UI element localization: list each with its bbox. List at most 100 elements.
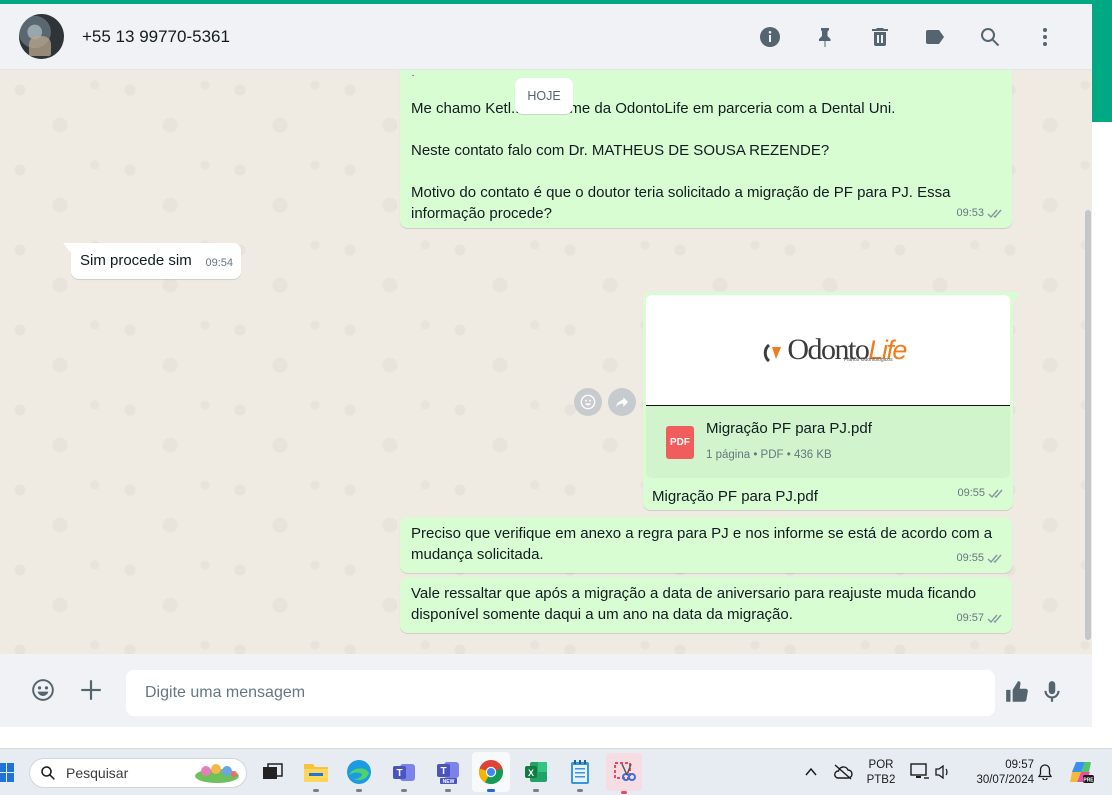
plus-icon — [81, 680, 101, 700]
thumbs-up-icon — [1006, 681, 1028, 702]
contact-info-button[interactable] — [742, 17, 797, 57]
svg-text:NEW: NEW — [443, 779, 455, 785]
contact-avatar[interactable] — [19, 14, 64, 59]
date-divider: HOJE — [515, 78, 573, 114]
start-button[interactable] — [0, 763, 14, 783]
message-meta: 09:55 — [957, 483, 1005, 504]
pdf-file-icon: PDF — [666, 425, 694, 459]
document-preview[interactable]: OdontoLife Planos Odontológicos — [646, 295, 1010, 406]
taskbar-app-snipping-tool[interactable] — [606, 753, 642, 794]
message-bubble-incoming[interactable]: Sim procede sim 09:54 — [63, 243, 241, 279]
volume-icon[interactable] — [934, 764, 952, 780]
edge-icon — [347, 760, 371, 784]
document-name: Migração PF para PJ.pdf — [706, 420, 872, 437]
clock-date: 30/07/2024 — [976, 774, 1034, 786]
chrome-icon — [479, 760, 503, 784]
input-language[interactable]: POR PTB2 — [864, 758, 898, 788]
label-chat-button[interactable] — [907, 17, 962, 57]
taskbar-app-excel[interactable]: X — [521, 757, 551, 792]
message-meta: 09:54 — [205, 253, 233, 274]
message-time: 09:55 — [957, 487, 985, 499]
odontolife-logo: OdontoLife Planos Odontológicos — [763, 335, 907, 365]
cloud-offline-icon[interactable] — [833, 763, 853, 781]
notification-bell-icon[interactable] — [1038, 764, 1052, 780]
svg-text:T: T — [440, 766, 446, 777]
message-meta: 09:57 — [956, 608, 1004, 629]
logo-subtitle: Planos Odontológicos — [843, 357, 893, 363]
forward-icon — [616, 397, 628, 408]
copilot-icon[interactable]: PRE — [1068, 759, 1094, 785]
teams-new-icon: T NEW — [437, 762, 459, 785]
double-check-icon — [987, 614, 1002, 624]
document-attachment[interactable]: PDF Migração PF para PJ.pdf 1 página • P… — [646, 406, 1010, 478]
taskbar-app-teams-new[interactable]: T NEW — [433, 757, 463, 792]
chat-scrollbar[interactable] — [1084, 70, 1092, 654]
message-input[interactable] — [126, 670, 995, 716]
search-highlight-icon — [195, 764, 239, 783]
contact-name[interactable]: +55 13 99770-5361 — [82, 27, 230, 47]
message-bubble-document[interactable]: OdontoLife Planos Odontológicos PDF Migr… — [643, 292, 1021, 510]
svg-text:T: T — [396, 768, 402, 779]
message-time: 09:54 — [205, 257, 233, 269]
menu-icon — [1042, 27, 1047, 46]
chat-menu-button[interactable] — [1017, 17, 1072, 57]
folder-icon — [304, 764, 328, 782]
taskbar-app-teams[interactable]: T — [389, 757, 419, 792]
message-text: Motivo do contato é que o doutor teria s… — [411, 184, 951, 222]
label-icon — [925, 29, 944, 44]
svg-text:X: X — [528, 768, 534, 778]
message-text: Neste contato falo com Dr. MATHEUS DE SO… — [411, 142, 830, 159]
document-meta: 1 página • PDF • 436 KB — [706, 449, 832, 461]
composer-bar — [0, 654, 1092, 727]
chat-scrollbar-thumb[interactable] — [1085, 210, 1091, 640]
search-icon — [41, 766, 55, 780]
thumbs-up-button[interactable] — [997, 672, 1037, 712]
input-language-top: POR — [868, 759, 894, 771]
message-bubble-outgoing[interactable]: , Me chamo Ketl... em nome da OdontoLife… — [400, 70, 1012, 228]
attach-button[interactable] — [71, 670, 111, 710]
taskbar-app-edge[interactable] — [344, 757, 374, 792]
clock-time: 09:57 — [1005, 759, 1034, 771]
excel-icon: X — [525, 762, 547, 782]
delete-icon — [871, 27, 888, 46]
message-text: Me chamo Ketl... em nome da OdontoLife e… — [411, 100, 896, 117]
search-in-chat-button[interactable] — [962, 17, 1017, 57]
message-time: 09:53 — [956, 207, 984, 219]
message-bubble-outgoing[interactable]: Preciso que verifique em anexo a regra p… — [400, 517, 1012, 573]
double-check-icon — [987, 554, 1002, 564]
logo-mark-icon — [764, 343, 782, 363]
taskbar-app-task-view[interactable] — [258, 757, 288, 787]
network-icon[interactable] — [910, 763, 930, 781]
message-list[interactable]: , Me chamo Ketl... em nome da OdontoLife… — [0, 70, 1092, 654]
input-language-bottom: PTB2 — [866, 774, 896, 786]
clock[interactable]: 09:57 30/07/2024 — [962, 758, 1034, 788]
chat-header: +55 13 99770-5361 — [0, 4, 1092, 70]
windows-taskbar: Pesquisar T T NEW X POR PTB2 09:57 30/07… — [0, 748, 1112, 795]
window-right-accent — [1092, 4, 1112, 122]
search-icon — [980, 27, 999, 46]
taskbar-app-file-explorer[interactable] — [301, 757, 331, 792]
svg-text:PRE: PRE — [1083, 778, 1094, 784]
taskbar-app-notepad[interactable] — [565, 757, 595, 792]
voice-message-button[interactable] — [1032, 672, 1072, 712]
emoji-button[interactable] — [23, 670, 63, 710]
message-text: Sim procede sim — [80, 252, 192, 269]
snipping-tool-icon — [614, 762, 636, 781]
taskbar-app-chrome[interactable] — [472, 752, 510, 792]
teams-icon: T — [393, 764, 415, 781]
forward-button[interactable] — [608, 388, 636, 416]
emoji-icon — [32, 679, 54, 701]
message-bubble-outgoing[interactable]: Vale ressaltar que após a migração a dat… — [400, 577, 1012, 633]
taskbar-search[interactable]: Pesquisar — [29, 758, 247, 788]
pin-chat-button[interactable] — [797, 17, 852, 57]
emoji-icon — [580, 394, 596, 410]
pin-icon — [818, 27, 830, 47]
delete-chat-button[interactable] — [852, 17, 907, 57]
microphone-icon — [1044, 681, 1060, 702]
info-icon — [759, 26, 780, 47]
message-time: 09:57 — [956, 612, 984, 624]
message-text: Preciso que verifique em anexo a regra p… — [411, 525, 993, 563]
chevron-up-icon[interactable] — [805, 767, 817, 777]
desktop-gap — [0, 727, 1112, 748]
react-button[interactable] — [574, 388, 602, 416]
